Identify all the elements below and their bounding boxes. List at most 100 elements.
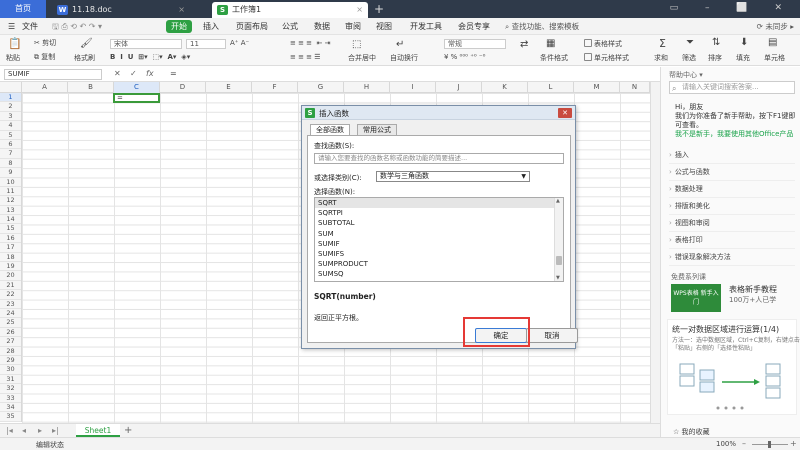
scroll-down-icon[interactable]: ▼: [556, 275, 560, 281]
column-header[interactable]: A: [22, 82, 68, 93]
dialog-close-button[interactable]: ✕: [558, 108, 572, 118]
paste-button[interactable]: 粘贴: [6, 53, 20, 63]
row-header[interactable]: 4: [0, 121, 21, 131]
tab-workbook[interactable]: S 工作簿1 ×: [212, 2, 368, 18]
close-icon[interactable]: ×: [178, 2, 185, 18]
menu-developer[interactable]: 开发工具: [410, 21, 442, 32]
row-header[interactable]: 24: [0, 309, 21, 319]
help-category[interactable]: › 表格打印: [669, 232, 795, 249]
row-header[interactable]: 14: [0, 215, 21, 225]
row-header[interactable]: 25: [0, 318, 21, 328]
search-command[interactable]: ⌕ 查找功能、搜索模板: [505, 21, 579, 32]
row-header[interactable]: 21: [0, 281, 21, 291]
row-header[interactable]: 10: [0, 178, 21, 187]
type-convert-icon[interactable]: ⇄: [520, 39, 528, 50]
row-header[interactable]: 8: [0, 159, 21, 169]
sum-button[interactable]: 求和: [654, 53, 668, 63]
sync-status[interactable]: ⟳ 未同步 ▸: [757, 21, 794, 32]
row-header[interactable]: 3: [0, 112, 21, 122]
number-format-select[interactable]: 常规: [444, 39, 506, 49]
my-favorites[interactable]: ☆ 我的收藏: [673, 427, 710, 437]
row-header[interactable]: 35: [0, 412, 21, 422]
menu-member[interactable]: 会员专享: [458, 21, 490, 32]
confirm-formula-icon[interactable]: ✓: [130, 69, 137, 78]
cond-format-button[interactable]: 条件格式: [540, 53, 568, 63]
column-header[interactable]: I: [390, 82, 436, 93]
zoom-out-button[interactable]: –: [742, 439, 746, 448]
column-header[interactable]: B: [68, 82, 114, 93]
zoom-level[interactable]: 100%: [716, 440, 736, 448]
row-header[interactable]: 28: [0, 347, 21, 356]
align-buttons[interactable]: ≡ ≡ ≡ ☰: [290, 53, 321, 61]
row-header[interactable]: 23: [0, 300, 21, 309]
tab-common-formulas[interactable]: 常用公式: [357, 124, 397, 135]
row-header[interactable]: 11: [0, 187, 21, 197]
font-size-adjust[interactable]: A⁺ A⁻: [230, 39, 249, 47]
column-header[interactable]: K: [482, 82, 528, 93]
sum-icon[interactable]: Σ: [659, 37, 666, 50]
row-header[interactable]: 33: [0, 394, 21, 403]
add-sheet-button[interactable]: +: [124, 424, 132, 437]
row-header[interactable]: 12: [0, 196, 21, 206]
filter-button[interactable]: 筛选: [682, 53, 696, 63]
help-category[interactable]: › 错误现象解决方法: [669, 249, 795, 266]
sheet-next-button[interactable]: ▸: [38, 426, 42, 435]
find-function-input[interactable]: 请输入您要查找的函数名称或函数功能的简要描述...: [314, 153, 564, 164]
menu-data[interactable]: 数据: [314, 21, 330, 32]
cell-button[interactable]: 单元格: [764, 53, 785, 63]
zoom-slider-handle[interactable]: [768, 441, 771, 448]
row-header[interactable]: 1: [0, 93, 21, 103]
tab-doc[interactable]: W 11.18.doc ×: [52, 2, 190, 18]
list-item[interactable]: SUBTOTAL: [315, 218, 563, 228]
cond-format-icon[interactable]: ▦: [546, 38, 555, 49]
align-top-buttons[interactable]: ≡ ≡ ≡ ⇤ ⇥: [290, 39, 330, 47]
tab-home[interactable]: 首页: [0, 0, 46, 18]
format-painter-button[interactable]: 格式刷: [74, 53, 95, 63]
row-header[interactable]: 31: [0, 375, 21, 385]
menu-insert[interactable]: 插入: [203, 21, 219, 32]
row-header[interactable]: 27: [0, 337, 21, 347]
merge-button[interactable]: 合并居中: [348, 53, 376, 63]
function-list-scrollbar[interactable]: ▲ ▼: [554, 198, 563, 281]
help-category[interactable]: › 排版和美化: [669, 198, 795, 215]
menu-hamburger-icon[interactable]: ☰: [8, 21, 15, 32]
help-link[interactable]: 我不是新手，我要使用其他Office产品: [675, 130, 799, 139]
column-header[interactable]: D: [160, 82, 206, 93]
scroll-up-icon[interactable]: ▲: [556, 198, 560, 204]
function-list[interactable]: SQRT SQRTPI SUBTOTAL SUM SUMIF SUMIFS SU…: [314, 197, 564, 282]
list-item[interactable]: SUMIFS: [315, 249, 563, 259]
help-pane-title[interactable]: 帮助中心 ▾: [669, 70, 703, 80]
row-header[interactable]: 15: [0, 224, 21, 234]
insert-function-icon[interactable]: fx: [146, 69, 154, 78]
cancel-button[interactable]: 取消: [526, 328, 578, 343]
sheet-last-button[interactable]: ▸|: [52, 426, 59, 435]
row-header[interactable]: 19: [0, 262, 21, 272]
course-title[interactable]: 表格新手教程: [729, 284, 777, 295]
format-painter-icon[interactable]: 🖌: [80, 38, 93, 49]
name-box[interactable]: SUMIF: [4, 69, 102, 80]
window-controls[interactable]: ▭ – ⬜ ✕: [670, 3, 794, 13]
list-item[interactable]: SUMPRODUCT: [315, 259, 563, 269]
select-all-corner[interactable]: [0, 82, 22, 93]
sheet-first-button[interactable]: |◂: [6, 426, 13, 435]
formula-input[interactable]: =: [170, 69, 177, 78]
menu-page-layout[interactable]: 页面布局: [236, 21, 268, 32]
wrap-icon[interactable]: ↵: [396, 39, 404, 50]
table-style-button[interactable]: 表格样式: [584, 39, 622, 49]
copy-button[interactable]: ⧉ 复制: [34, 52, 55, 62]
help-category[interactable]: › 视图和审阅: [669, 215, 795, 232]
row-header[interactable]: 9: [0, 168, 21, 178]
column-header[interactable]: L: [528, 82, 574, 93]
cut-button[interactable]: ✂ 剪切: [34, 38, 56, 48]
list-item[interactable]: SQRTPI: [315, 208, 563, 218]
menu-formula[interactable]: 公式: [282, 21, 298, 32]
row-header[interactable]: 6: [0, 140, 21, 150]
help-category[interactable]: › 公式与函数: [669, 164, 795, 181]
sheet-prev-button[interactable]: ◂: [22, 426, 26, 435]
column-header-selected[interactable]: C: [114, 82, 160, 93]
dialog-titlebar[interactable]: S 插入函数 ✕: [302, 106, 575, 120]
course-thumbnail[interactable]: WPS表格 新手入门: [671, 284, 721, 312]
scrollbar-thumb[interactable]: [556, 256, 562, 265]
menu-file[interactable]: 文件: [22, 21, 38, 32]
number-format-buttons[interactable]: ¥ % ⁰⁰⁰ ⁺⁰ ⁻⁰: [444, 53, 485, 61]
